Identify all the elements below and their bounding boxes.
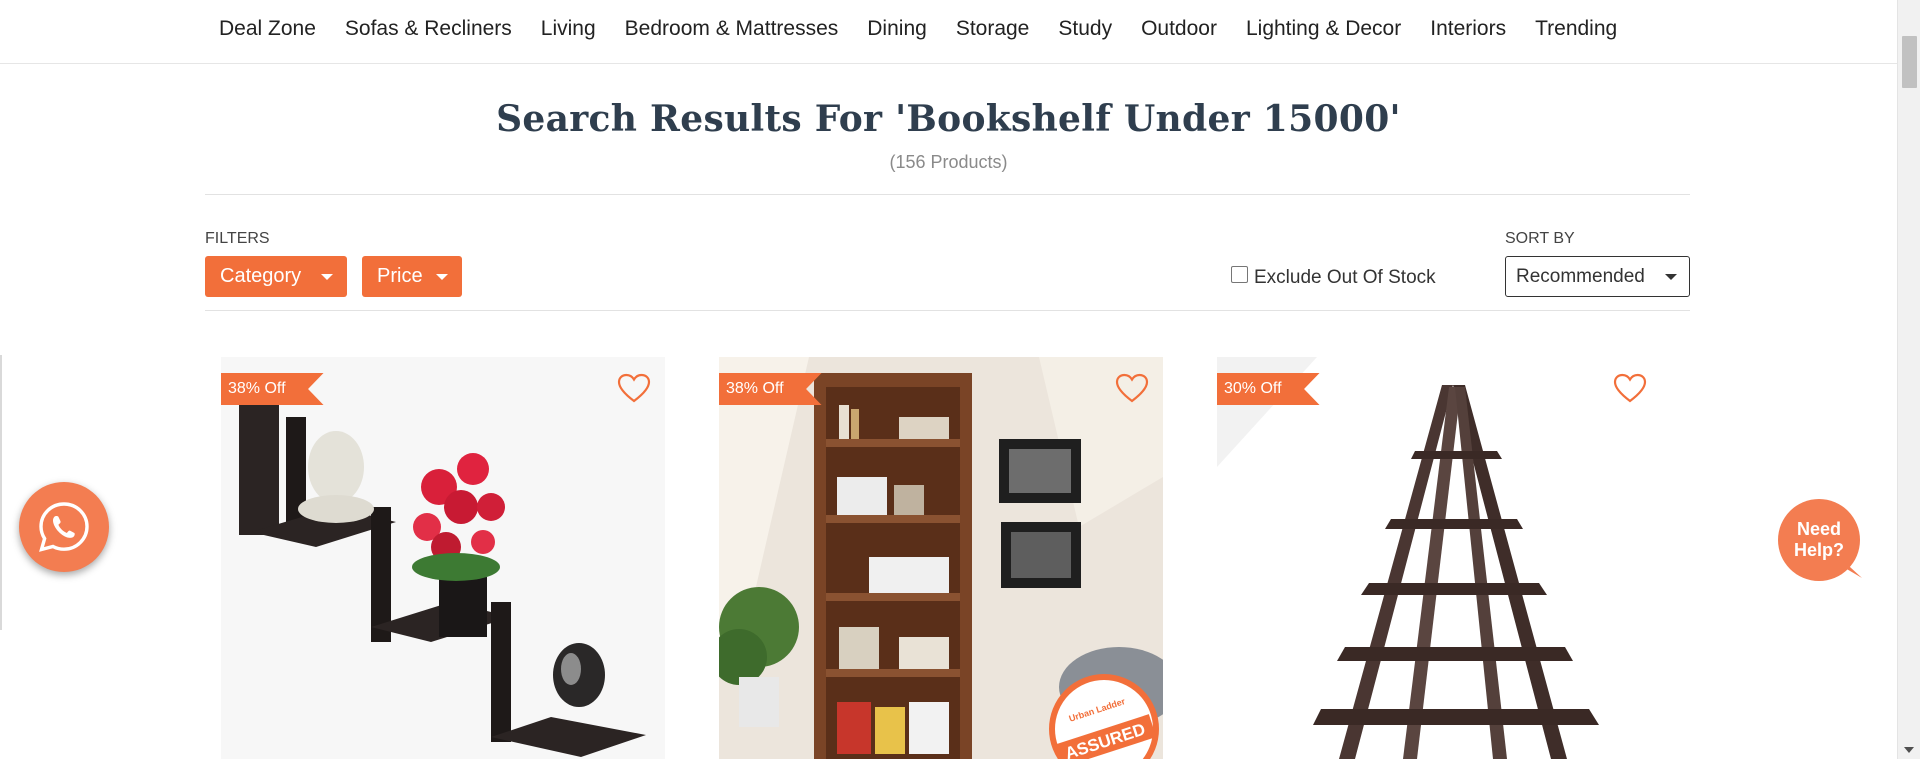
need-help-line1: Need xyxy=(1796,519,1841,539)
nav-item-storage[interactable]: Storage xyxy=(956,16,1030,42)
price-filter-label: Price xyxy=(377,265,423,287)
divider xyxy=(205,194,1690,195)
product-count: (156 Products) xyxy=(889,152,1008,172)
page-scrollbar[interactable] xyxy=(1897,0,1920,759)
product-image[interactable] xyxy=(221,357,665,759)
nav-item-outdoor[interactable]: Outdoor xyxy=(1141,16,1217,42)
product-image[interactable] xyxy=(1217,357,1661,759)
page-title: Search Results For 'Bookshelf Under 1500… xyxy=(496,98,1401,140)
whatsapp-chat-button[interactable] xyxy=(19,482,109,572)
sort-select[interactable]: Recommended xyxy=(1505,256,1690,297)
exclude-out-of-stock-label[interactable]: Exclude Out Of Stock xyxy=(1254,267,1436,289)
top-navigation: Deal Zone Sofas & Recliners Living Bedro… xyxy=(0,0,1897,64)
filters-label: FILTERS xyxy=(205,230,270,247)
product-card[interactable]: 38% Off xyxy=(221,357,665,759)
product-card[interactable]: ASSURED Urban Ladder 38% Off xyxy=(719,357,1163,759)
category-filter-button[interactable]: Category xyxy=(205,256,347,297)
heart-outline-icon[interactable] xyxy=(617,373,651,403)
need-help-line2: Help? xyxy=(1793,540,1844,560)
need-help-button[interactable]: Need Help? xyxy=(1778,499,1860,581)
nav-item-lighting-decor[interactable]: Lighting & Decor xyxy=(1246,16,1401,42)
divider xyxy=(205,310,1690,311)
nav-item-trending[interactable]: Trending xyxy=(1535,16,1617,42)
exclude-out-of-stock-checkbox[interactable] xyxy=(1231,266,1248,283)
heart-outline-icon[interactable] xyxy=(1613,373,1647,403)
price-filter-button[interactable]: Price xyxy=(362,256,462,297)
caret-down-icon xyxy=(321,274,333,280)
heart-outline-icon[interactable] xyxy=(1115,373,1149,403)
nav-item-deal-zone[interactable]: Deal Zone xyxy=(219,16,316,42)
caret-down-icon xyxy=(436,274,448,280)
left-edge-tab xyxy=(0,355,2,630)
sort-selected-value: Recommended xyxy=(1516,265,1645,287)
nav-item-study[interactable]: Study xyxy=(1058,16,1112,42)
whatsapp-icon xyxy=(39,502,89,552)
nav-item-bedroom-mattresses[interactable]: Bedroom & Mattresses xyxy=(625,16,839,42)
scrollbar-thumb[interactable] xyxy=(1902,36,1917,88)
scroll-down-arrow-icon[interactable] xyxy=(1904,747,1914,753)
product-card[interactable]: 30% Off xyxy=(1217,357,1661,759)
nav-item-living[interactable]: Living xyxy=(541,16,596,42)
nav-item-dining[interactable]: Dining xyxy=(867,16,927,42)
category-filter-label: Category xyxy=(220,265,302,287)
category-menu: Deal Zone Sofas & Recliners Living Bedro… xyxy=(219,16,1617,42)
nav-item-sofas-recliners[interactable]: Sofas & Recliners xyxy=(345,16,512,42)
product-image[interactable]: ASSURED Urban Ladder xyxy=(719,357,1163,759)
sort-by-label: SORT BY xyxy=(1505,230,1575,247)
caret-down-icon xyxy=(1665,274,1677,280)
nav-item-interiors[interactable]: Interiors xyxy=(1430,16,1506,42)
